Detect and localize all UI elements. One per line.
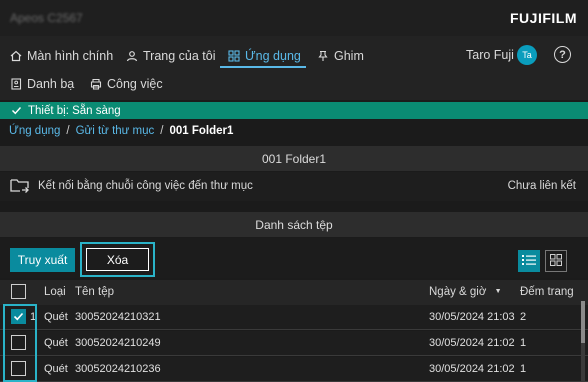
breadcrumb: Ứng dụng / Gửi từ thư mục / 001 Folder1 [9, 125, 233, 137]
device-status-text: Thiết bị: Sẵn sàng [28, 104, 121, 117]
breadcrumb-apps[interactable]: Ứng dụng [9, 125, 60, 137]
printer-icon [89, 78, 102, 91]
nav-pin-label: Ghim [334, 49, 364, 63]
row-file-name: 30052024210249 [75, 337, 161, 349]
table-row[interactable]: Quét 30052024210236 30/05/2024 21:02 1 [0, 357, 588, 382]
nav-home[interactable]: Màn hình chính [9, 45, 113, 67]
row-type: Quét [44, 337, 68, 349]
file-list-title-bar: Danh sách tệp [0, 212, 588, 237]
nav-my-page-label: Trang của tôi [143, 49, 216, 63]
help-button[interactable]: ? [554, 46, 571, 63]
scrollbar-thumb[interactable] [581, 301, 585, 343]
delete-button-focus-ring: Xóa [80, 242, 155, 277]
row-date-time: 30/05/2024 21:02 [429, 337, 515, 349]
nav-address-book-label: Danh bạ [27, 77, 75, 91]
row-type: Quét [44, 311, 68, 323]
column-file-name[interactable]: Tên tệp [75, 286, 114, 298]
nav-apps-label: Ứng dụng [245, 49, 301, 63]
device-name: Apeos C2567 [10, 11, 83, 25]
grid-view-button[interactable] [545, 250, 567, 272]
user-name[interactable]: Taro Fuji [466, 48, 514, 62]
row-date-time: 30/05/2024 21:02 [429, 363, 515, 375]
avatar[interactable]: Ta [517, 45, 537, 65]
title-bar: Apeos C2567 FUJIFILM [0, 0, 588, 36]
nav-apps[interactable]: Ứng dụng [227, 45, 301, 67]
nav-address-book[interactable]: Danh bạ [9, 73, 74, 95]
sort-descending-icon: ▼ [494, 288, 502, 296]
folder-title: 001 Folder1 [261, 151, 327, 166]
nav-jobs[interactable]: Công việc [89, 73, 163, 95]
column-date-time-label: Ngày & giờ [429, 286, 487, 298]
breadcrumb-separator: / [66, 125, 70, 137]
folder-title-bar: 001 Folder1 [0, 146, 588, 171]
delete-button[interactable]: Xóa [86, 248, 149, 271]
checkmark-icon [13, 312, 24, 321]
home-icon [9, 50, 22, 63]
row-page-count: 1 [520, 337, 527, 349]
row-checkbox[interactable] [11, 335, 26, 350]
folder-link-icon [10, 178, 30, 198]
row-index: 1 [30, 311, 37, 323]
person-icon [125, 50, 138, 63]
row-file-name: 30052024210236 [75, 363, 161, 375]
table-row[interactable]: Quét 30052024210249 30/05/2024 21:02 1 [0, 331, 588, 356]
column-date-time[interactable]: Ngày & giờ ▼ [429, 286, 502, 298]
nav-home-label: Màn hình chính [27, 49, 114, 63]
nav-pin[interactable]: Ghim [316, 45, 364, 67]
row-checkbox[interactable] [11, 309, 26, 324]
file-list-title: Danh sách tệp [255, 217, 333, 232]
row-checkbox[interactable] [11, 361, 26, 376]
column-type[interactable]: Loại [44, 286, 66, 298]
list-view-button[interactable] [518, 250, 540, 272]
retrieve-button[interactable]: Truy xuất [10, 248, 75, 272]
breadcrumb-send-from-folder[interactable]: Gửi từ thư mục [76, 125, 155, 137]
row-date-time: 30/05/2024 21:03 [429, 311, 515, 323]
address-book-icon [9, 78, 22, 91]
list-view-icon [522, 254, 536, 269]
workflow-link-status: Chưa liên kết [507, 180, 576, 192]
nav-my-page[interactable]: Trang của tôi [125, 45, 216, 67]
row-file-name: 30052024210321 [75, 311, 161, 323]
checkmark-icon [10, 104, 23, 117]
apps-icon [227, 50, 240, 63]
table-row[interactable]: 1 Quét 30052024210321 30/05/2024 21:03 2 [0, 305, 588, 330]
breadcrumb-separator: / [160, 125, 164, 137]
row-type: Quét [44, 363, 68, 375]
grid-view-icon [550, 253, 562, 269]
file-list-toolbar: Truy xuất Xóa [0, 238, 588, 278]
nav-jobs-label: Công việc [107, 77, 163, 91]
row-page-count: 1 [520, 363, 527, 375]
row-page-count: 2 [520, 311, 527, 323]
main-nav: Màn hình chính Trang của tôi Ứng dụng Gh… [0, 36, 588, 100]
active-tab-indicator [220, 66, 306, 68]
file-list-scrollbar[interactable] [581, 301, 585, 382]
column-page-count[interactable]: Đếm trang [520, 286, 574, 298]
workflow-link-row[interactable]: Kết nối bằng chuỗi công việc đến thư mục… [0, 172, 588, 201]
brand-logo: FUJIFILM [510, 10, 577, 26]
file-table-header: Loại Tên tệp Ngày & giờ ▼ Đếm trang [0, 280, 588, 305]
workflow-link-text: Kết nối bằng chuỗi công việc đến thư mục [38, 180, 253, 192]
device-status-bar: Thiết bị: Sẵn sàng [0, 102, 588, 119]
select-all-checkbox[interactable] [11, 284, 26, 299]
breadcrumb-current: 001 Folder1 [169, 125, 234, 137]
pin-icon [316, 50, 329, 63]
